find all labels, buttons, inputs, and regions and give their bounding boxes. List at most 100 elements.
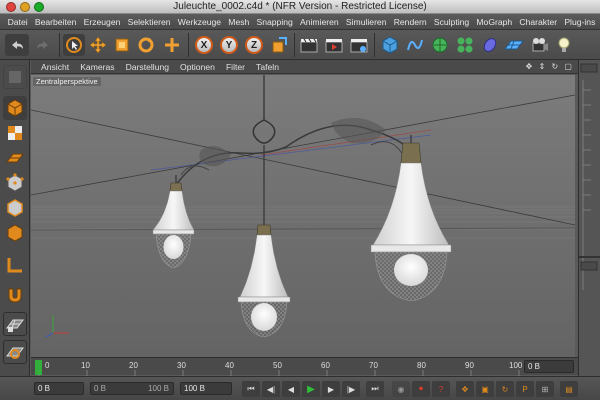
workplane-mode-button[interactable]: [3, 146, 27, 170]
model-mode-button[interactable]: [3, 96, 27, 120]
record-scale-button[interactable]: ▣: [476, 381, 494, 397]
viewport-menu-kameras[interactable]: Kameras: [80, 62, 114, 72]
menu-charakter[interactable]: Charakter: [516, 17, 561, 27]
edges-mode-button[interactable]: [3, 196, 27, 220]
main-toolbar: X Y Z: [0, 30, 600, 60]
menu-bearbeiten[interactable]: Bearbeiten: [31, 17, 80, 27]
previous-frame-icon: ◀: [287, 384, 295, 394]
camera-object-button[interactable]: [529, 34, 551, 56]
live-selection-button[interactable]: [63, 34, 85, 56]
cloner-icon: [457, 37, 473, 53]
array-object-button[interactable]: [454, 34, 476, 56]
rotate-tool-button[interactable]: [135, 34, 157, 56]
soft-selection-button[interactable]: [3, 340, 27, 364]
record-parameter-button[interactable]: P: [516, 381, 534, 397]
x-axis-icon: X: [195, 36, 213, 54]
window-title: Juleuchte_0002.c4d * (NFR Version - Rest…: [173, 1, 427, 12]
go-to-end-button[interactable]: ⏭: [366, 381, 384, 397]
snapping-button[interactable]: [3, 283, 27, 307]
clapper-icon: [300, 38, 318, 53]
floor-icon: [504, 40, 524, 50]
previous-frame-button[interactable]: ◀: [282, 381, 300, 397]
make-editable-button[interactable]: [3, 65, 27, 89]
spline-pen-button[interactable]: [404, 34, 426, 56]
viewport-navigation-icons[interactable]: ✥ ⇕ ↻ ▢: [526, 62, 574, 71]
coordinate-system-button[interactable]: [268, 34, 290, 56]
tick-50: 50: [273, 361, 282, 370]
menu-animieren[interactable]: Animieren: [296, 17, 342, 27]
last-tool-button[interactable]: [161, 34, 183, 56]
viewport-menu-optionen[interactable]: Optionen: [180, 62, 215, 72]
viewport-menu-ansicht[interactable]: Ansicht: [41, 62, 69, 72]
menu-datei[interactable]: Datei: [4, 17, 31, 27]
end-frame-field[interactable]: 100 B: [180, 382, 232, 395]
next-frame-button[interactable]: ▶: [322, 381, 340, 397]
menu-mesh[interactable]: Mesh: [225, 17, 253, 27]
menu-rendern[interactable]: Rendern: [390, 17, 430, 27]
render-view-button[interactable]: [298, 34, 320, 56]
redo-button[interactable]: [31, 34, 55, 56]
deformer-button[interactable]: [479, 34, 501, 56]
viewport-menu-filter[interactable]: Filter: [226, 62, 245, 72]
timeline-ruler[interactable]: 0 10 20 30 40 50 60 70 80 90 100 0 B: [31, 357, 578, 376]
3d-viewport[interactable]: Zentralperspektive: [31, 75, 575, 357]
menu-simulieren[interactable]: Simulieren: [342, 17, 390, 27]
workplane-lock-button[interactable]: [3, 312, 27, 336]
y-axis-lock-button[interactable]: Y: [218, 34, 240, 56]
points-mode-button[interactable]: [3, 171, 27, 195]
world-coordinate-icon: [272, 37, 287, 53]
x-axis-lock-button[interactable]: X: [193, 34, 215, 56]
subdivision-surface-button[interactable]: [429, 34, 451, 56]
tick-40: 40: [225, 361, 234, 370]
parameter-key-icon: P: [522, 384, 528, 394]
grid-lock-icon: [6, 319, 24, 332]
menu-snapping[interactable]: Snapping: [253, 17, 297, 27]
menu-erzeugen[interactable]: Erzeugen: [80, 17, 124, 27]
clapper-settings-icon: [350, 39, 368, 53]
viewport-menu-tafeln[interactable]: Tafeln: [256, 62, 279, 72]
z-axis-lock-button[interactable]: Z: [243, 34, 265, 56]
light-object-button[interactable]: [553, 34, 575, 56]
axis-mode-button[interactable]: [3, 253, 27, 277]
timeline-settings-button[interactable]: ▤: [560, 381, 578, 397]
object-manager-panel[interactable]: [578, 60, 600, 400]
start-frame-field[interactable]: 0 B: [34, 382, 84, 395]
previous-key-button[interactable]: ◀|: [262, 381, 280, 397]
menu-mograph[interactable]: MoGraph: [473, 17, 516, 27]
current-frame-field[interactable]: 0 B: [524, 360, 574, 373]
go-to-start-button[interactable]: ⏮: [242, 381, 260, 397]
menu-plugins[interactable]: Plug-ins: [561, 17, 599, 27]
menu-werkzeuge[interactable]: Werkzeuge: [174, 17, 225, 27]
magnet-icon: [8, 288, 22, 303]
scale-tool-button[interactable]: [111, 34, 133, 56]
tick-0: 0: [45, 361, 50, 370]
autokeying-button[interactable]: ⏺: [412, 381, 430, 397]
timeline-playhead[interactable]: [35, 360, 42, 375]
floor-object-button[interactable]: [503, 34, 525, 56]
next-key-button[interactable]: |▶: [342, 381, 360, 397]
tick-10: 10: [81, 361, 90, 370]
menu-selektieren[interactable]: Selektieren: [124, 17, 174, 27]
frame-range-slider[interactable]: 0 B 100 B: [90, 382, 174, 395]
viewport-menu-darstellung[interactable]: Darstellung: [126, 62, 169, 72]
cube-object-button[interactable]: [379, 34, 401, 56]
tick-60: 60: [321, 361, 330, 370]
keyframe-selection-button[interactable]: ?: [432, 381, 450, 397]
record-rotation-button[interactable]: ↻: [496, 381, 514, 397]
undo-button[interactable]: [5, 34, 29, 56]
move-icon: [89, 36, 107, 54]
texture-mode-button[interactable]: [3, 121, 27, 145]
next-key-icon: |▶: [346, 384, 356, 394]
record-active-button[interactable]: ◉: [392, 381, 410, 397]
menu-sculpting[interactable]: Sculpting: [430, 17, 473, 27]
move-tool-button[interactable]: [87, 34, 109, 56]
record-key-icon: ◉: [397, 384, 405, 394]
viewport-menu-bar: Ansicht Kameras Darstellung Optionen Fil…: [31, 60, 578, 74]
render-picture-viewer-button[interactable]: [323, 34, 345, 56]
polygons-mode-button[interactable]: [3, 221, 27, 245]
record-position-button[interactable]: ✥: [456, 381, 474, 397]
redo-icon: [37, 41, 48, 49]
render-settings-button[interactable]: [348, 34, 370, 56]
record-pla-button[interactable]: ⊞: [536, 381, 554, 397]
play-button[interactable]: ▶: [302, 381, 320, 397]
